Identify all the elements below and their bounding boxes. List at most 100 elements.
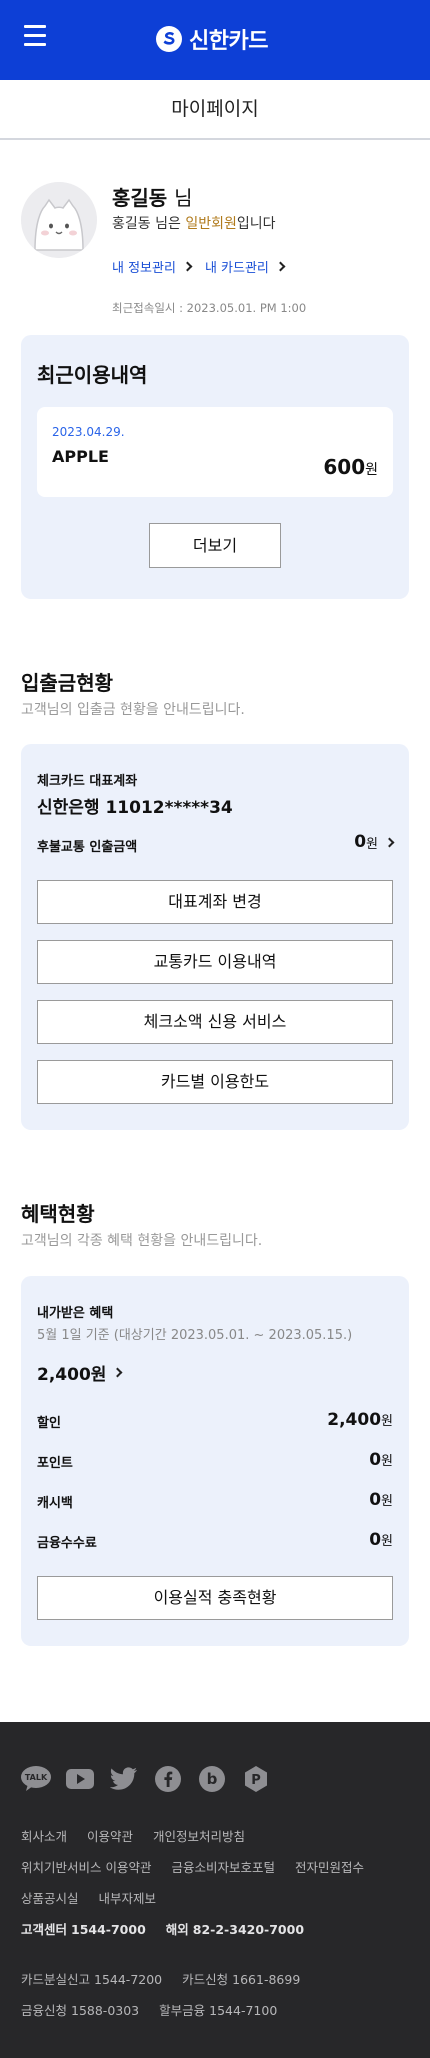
- my-card-link-label: 내 카드관리: [204, 261, 269, 276]
- benefit-row: 캐시백 0원: [37, 1490, 393, 1514]
- account-number: 신한은행 11012*****34: [37, 798, 233, 818]
- installment-label: 할부금융: [159, 2003, 206, 2018]
- benefit-row-value: 2,400원: [327, 1410, 393, 1430]
- chevron-right-icon: [182, 261, 193, 272]
- footer-link[interactable]: 위치기반서비스 이용약관: [21, 1857, 151, 1876]
- footer-link[interactable]: 내부자제보: [99, 1888, 157, 1907]
- finance-apply-label: 금융신청: [21, 2003, 68, 2018]
- post-icon[interactable]: P: [241, 1764, 271, 1794]
- chevron-right-icon: [112, 1367, 123, 1378]
- benefit-row-label: 캐시백: [37, 1496, 73, 1511]
- benefit-row-value: 0원: [369, 1450, 393, 1470]
- svg-text:TALK: TALK: [25, 1773, 48, 1782]
- benefit-row-amount: 0: [369, 1490, 382, 1510]
- svg-text:b: b: [207, 1770, 218, 1788]
- user-name-suffix: 님: [174, 186, 193, 210]
- benefit-row-unit: 원: [381, 1534, 393, 1549]
- footer-link[interactable]: 이용약관: [87, 1826, 133, 1845]
- benefit-subtitle: 고객님의 각종 혜택 현황을 안내드립니다.: [21, 1233, 263, 1249]
- blog-icon[interactable]: b: [197, 1764, 227, 1794]
- benefit-panel: 내가받은 혜택 5월 1일 기준 (대상기간 2023.05.01. ~ 202…: [21, 1276, 409, 1646]
- finance-apply-phone[interactable]: 금융신청 1588-0303: [21, 2000, 139, 2019]
- card-limit-button[interactable]: 카드별 이용한도: [37, 1060, 393, 1104]
- usage-date: 2023.04.29.: [52, 425, 125, 439]
- benefit-row-amount: 2,400: [327, 1410, 382, 1430]
- card-apply-phone[interactable]: 카드신청 1661-8699: [182, 1969, 300, 1988]
- transit-amount-value: 0: [354, 832, 367, 852]
- profile-links: 내 정보관리 내 카드관리: [112, 257, 286, 276]
- customer-center-row: 고객센터 1544-7000 해외 82-2-3420-7000: [21, 1919, 304, 1938]
- overseas-label: 해외: [165, 1922, 189, 1937]
- facebook-icon[interactable]: [153, 1764, 183, 1794]
- chevron-right-icon: [384, 837, 395, 847]
- deposit-title: 입출금현황: [21, 671, 113, 695]
- footer-link[interactable]: 금융소비자보호포털: [171, 1857, 275, 1876]
- membership-desc: 홍길동 님은 일반회원입니다: [112, 213, 275, 233]
- page-title: 마이페이지: [0, 80, 430, 140]
- installment-number: 1544-7100: [209, 2003, 278, 2018]
- more-button[interactable]: 더보기: [149, 523, 281, 568]
- transit-label: 후불교통 인출금액: [37, 840, 138, 855]
- my-info-link[interactable]: 내 정보관리: [112, 257, 193, 276]
- recent-usage-title: 최근이용내역: [37, 363, 148, 387]
- benefit-row-unit: 원: [381, 1494, 393, 1509]
- micro-credit-button[interactable]: 체크소액 신용 서비스: [37, 1000, 393, 1044]
- card-apply-label: 카드신청: [182, 1972, 229, 1987]
- benefit-row-label: 금융수수료: [37, 1536, 97, 1551]
- transit-amount-unit: 원: [366, 836, 378, 852]
- shinhan-logo-icon: [156, 26, 182, 52]
- membership-desc-prefix: 홍길동 님은: [112, 216, 186, 232]
- last-login: 최근접속일시 : 2023.05.01. PM 1:00: [112, 301, 307, 315]
- received-benefit-label: 내가받은 혜택: [37, 1306, 114, 1321]
- footer-links-row: 상품공시실 내부자제보: [21, 1888, 156, 1907]
- performance-status-button[interactable]: 이용실적 충족현황: [37, 1576, 393, 1620]
- benefit-row-unit: 원: [381, 1414, 393, 1429]
- cat-avatar-icon: [21, 182, 97, 258]
- usage-amount: 600원: [323, 455, 378, 479]
- footer-links-row: 회사소개 이용약관 개인정보처리방침: [21, 1826, 245, 1845]
- twitter-icon[interactable]: [109, 1764, 139, 1794]
- shinhan-card-logo[interactable]: 신한카드: [155, 22, 268, 56]
- footer-link[interactable]: 회사소개: [21, 1826, 67, 1845]
- footer-link[interactable]: 개인정보처리방침: [153, 1826, 245, 1845]
- hamburger-menu-icon[interactable]: [24, 25, 46, 47]
- benefit-row-label: 포인트: [37, 1456, 73, 1471]
- recent-usage-item[interactable]: 2023.04.29. APPLE 600원: [37, 407, 393, 497]
- benefit-row-value: 0원: [369, 1530, 393, 1550]
- benefit-row-amount: 0: [369, 1530, 382, 1550]
- transit-amount[interactable]: 0원: [354, 832, 395, 852]
- benefit-row-unit: 원: [381, 1454, 393, 1469]
- usage-amount-value: 600: [323, 455, 366, 479]
- overseas-number: 82-2-3420-7000: [192, 1922, 305, 1937]
- deposit-panel: 체크카드 대표계좌 신한은행 11012*****34 후불교통 인출금액 0원…: [21, 744, 409, 1130]
- transit-history-button[interactable]: 교통카드 이용내역: [37, 940, 393, 984]
- installment-phone[interactable]: 할부금융 1544-7100: [159, 2000, 277, 2019]
- overseas-center[interactable]: 해외 82-2-3420-7000: [166, 1919, 304, 1938]
- recent-usage-panel: 최근이용내역 2023.04.29. APPLE 600원 더보기: [21, 335, 409, 599]
- social-links: TALK b P: [21, 1764, 271, 1794]
- deposit-subtitle: 고객님의 입출금 현황을 안내드립니다.: [21, 702, 245, 718]
- benefit-row-value: 0원: [369, 1490, 393, 1510]
- kakaotalk-icon[interactable]: TALK: [21, 1764, 51, 1794]
- lost-card-phone[interactable]: 카드분실신고 1544-7200: [21, 1969, 162, 1988]
- benefit-total[interactable]: 2,400원: [37, 1360, 123, 1385]
- membership-grade: 일반회원: [185, 216, 237, 232]
- phone-row: 카드분실신고 1544-7200 카드신청 1661-8699: [21, 1969, 300, 1988]
- my-info-link-label: 내 정보관리: [112, 261, 176, 276]
- benefit-title: 혜택현황: [21, 1202, 95, 1226]
- my-card-link[interactable]: 내 카드관리: [204, 257, 286, 276]
- benefit-row-label: 할인: [37, 1416, 61, 1431]
- youtube-icon[interactable]: [65, 1764, 95, 1794]
- change-account-button[interactable]: 대표계좌 변경: [37, 880, 393, 924]
- chevron-right-icon: [275, 261, 286, 272]
- user-name-text: 홍길동: [112, 186, 168, 210]
- membership-desc-suffix: 입니다: [236, 216, 276, 232]
- footer-link[interactable]: 상품공시실: [21, 1888, 79, 1907]
- benefit-row: 할인 2,400원: [37, 1410, 393, 1434]
- customer-center[interactable]: 고객센터 1544-7000: [21, 1919, 146, 1938]
- benefit-period: 5월 1일 기준 (대상기간 2023.05.01. ~ 2023.05.15.…: [37, 1328, 353, 1343]
- benefit-row: 금융수수료 0원: [37, 1530, 393, 1554]
- lost-card-number: 1544-7200: [94, 1972, 163, 1987]
- svg-text:P: P: [251, 1773, 261, 1788]
- footer-link[interactable]: 전자민원접수: [295, 1857, 364, 1876]
